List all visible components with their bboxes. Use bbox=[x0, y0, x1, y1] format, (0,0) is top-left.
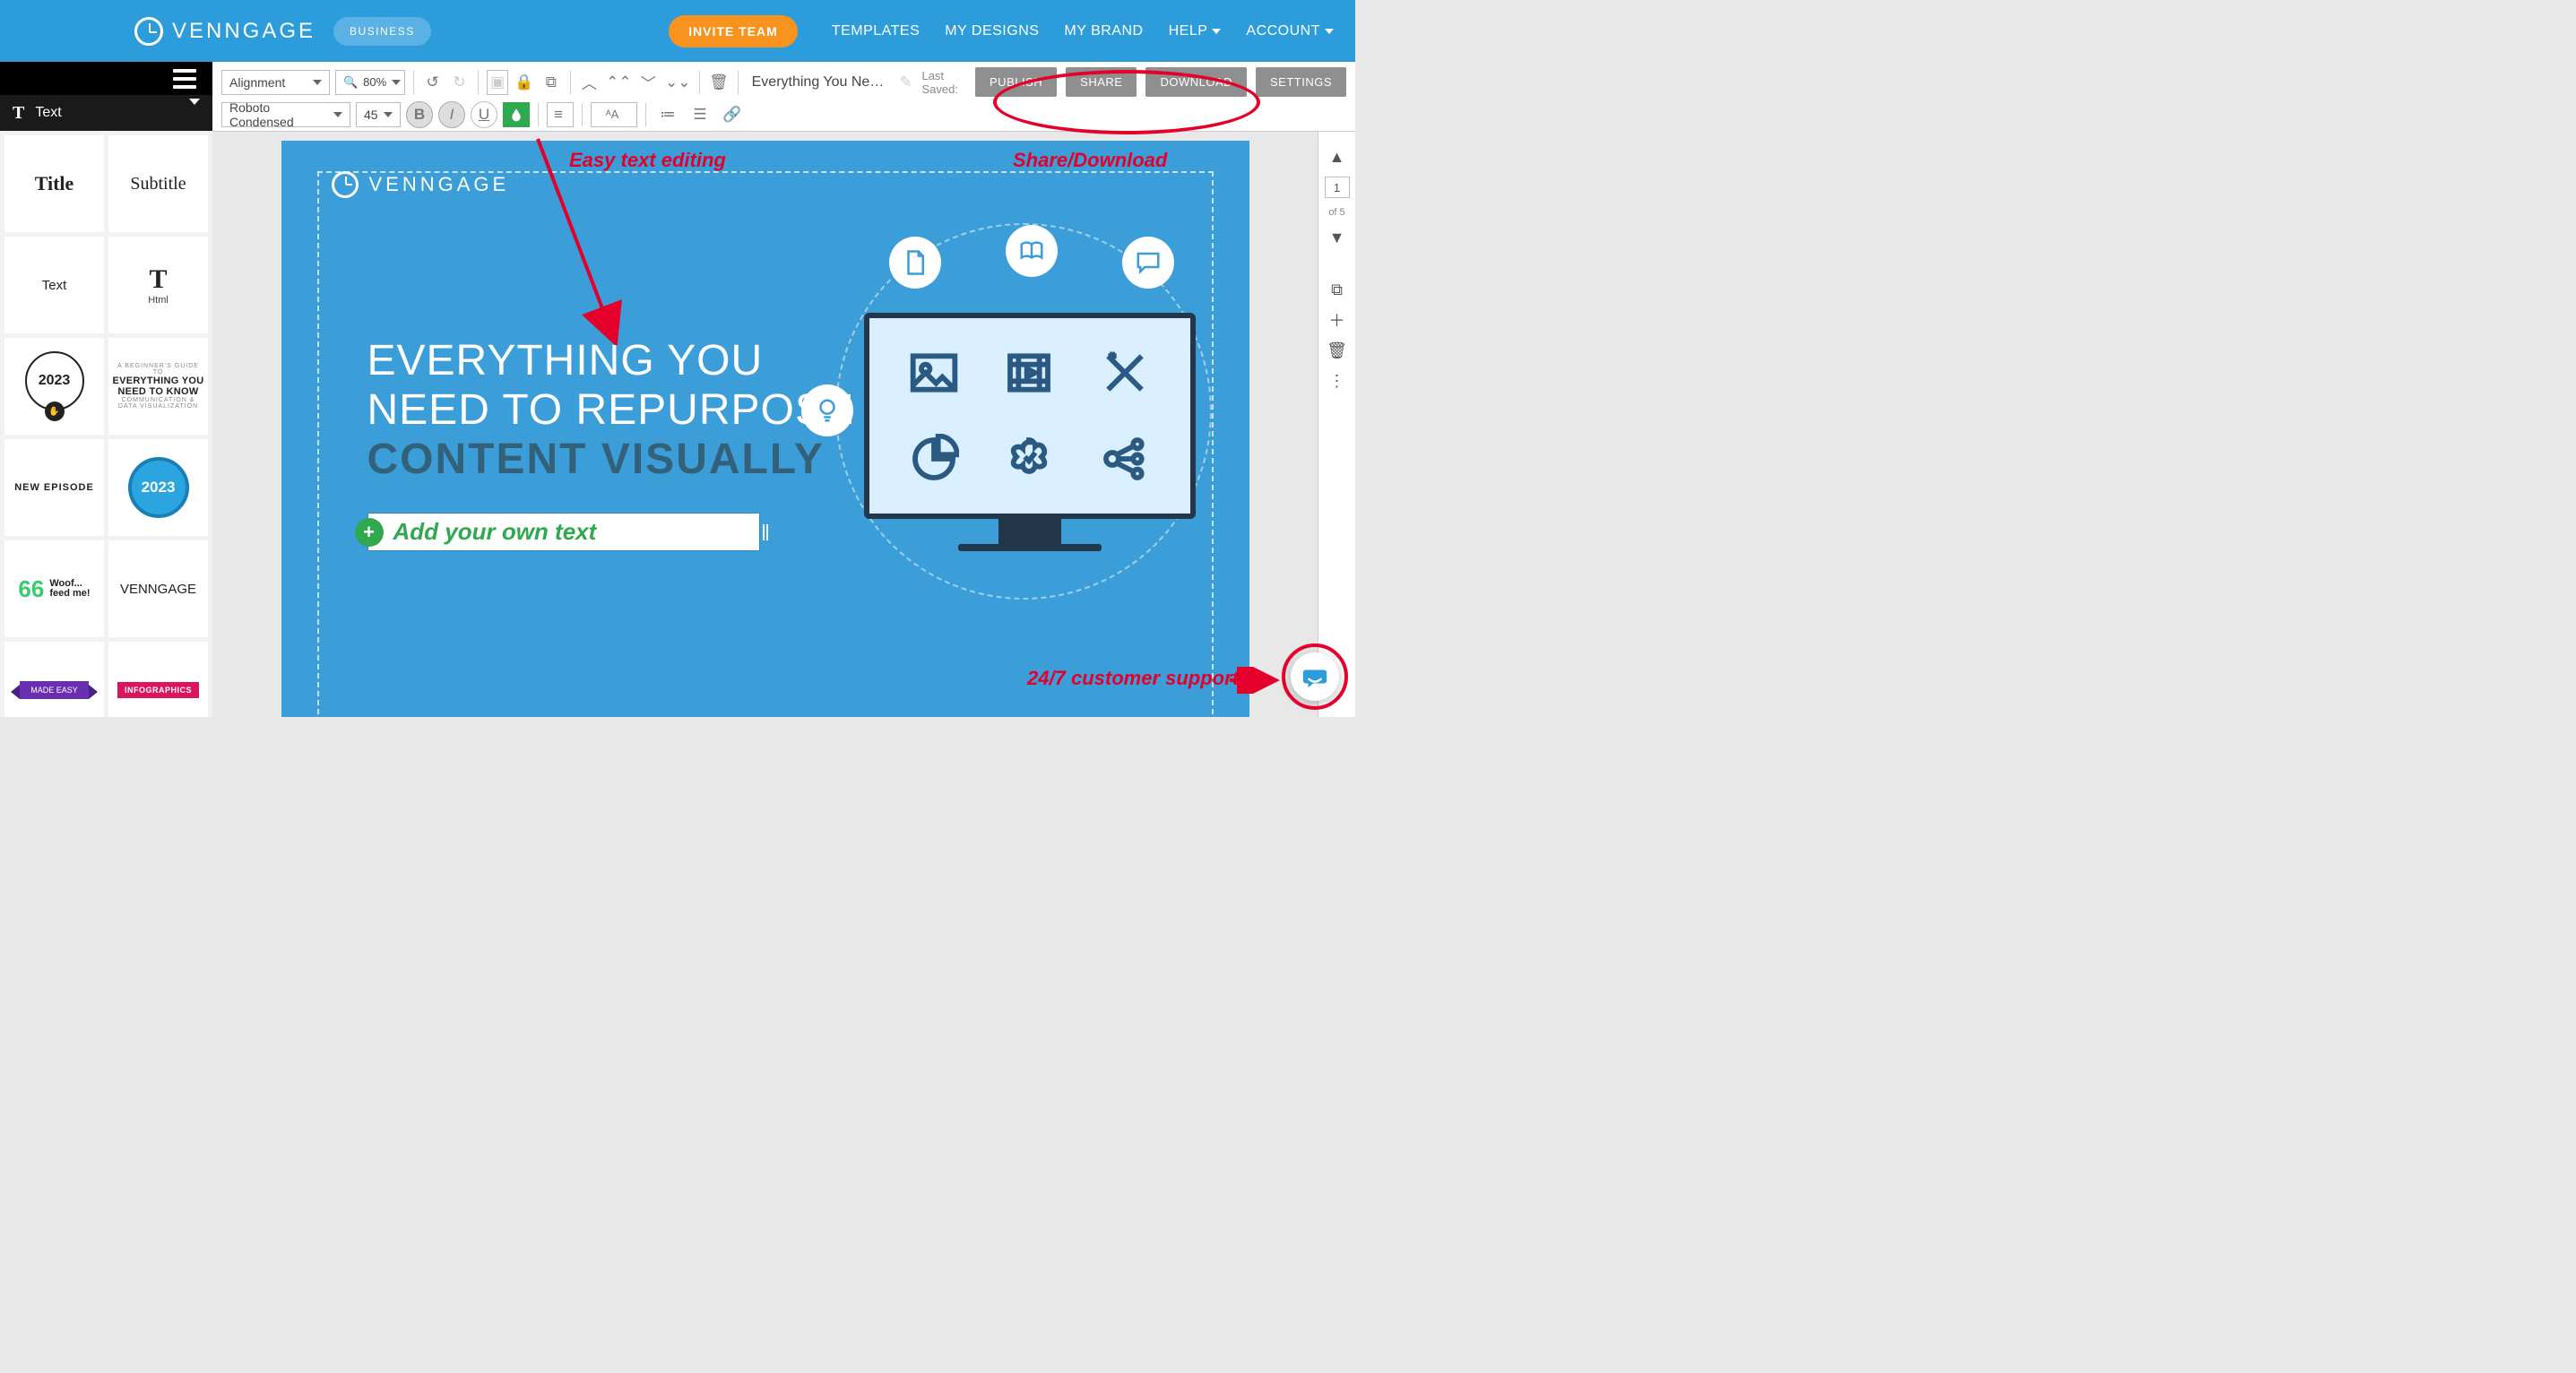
add-page-button[interactable]: ＋ bbox=[1327, 309, 1348, 331]
font-size-dropdown[interactable]: 45 bbox=[356, 102, 401, 127]
text-align-dropdown[interactable]: ≡ bbox=[547, 102, 574, 127]
document-title[interactable]: Everything You Need ... bbox=[747, 74, 890, 91]
tile-made-easy[interactable]: MADE EASY bbox=[4, 642, 104, 717]
delete-button[interactable]: 🗑 bbox=[708, 70, 730, 95]
tile-title[interactable]: Title bbox=[4, 135, 104, 232]
text-style-dropdown[interactable]: ᴬA bbox=[591, 102, 637, 127]
undo-button[interactable]: ↺ bbox=[422, 70, 444, 95]
tile-blue-year[interactable]: 2023 bbox=[108, 439, 208, 536]
tile-html[interactable]: THtml bbox=[108, 237, 208, 333]
network-icon bbox=[1082, 420, 1169, 497]
nav-links: TEMPLATES MY DESIGNS MY BRAND HELP ACCOU… bbox=[832, 23, 1334, 39]
tile-woof[interactable]: 66Woof...feed me! bbox=[4, 540, 104, 637]
tile-everything-know[interactable]: A BEGINNER'S GUIDE TOEVERYTHING YOU NEED… bbox=[108, 338, 208, 435]
add-text-placeholder: Add your own text bbox=[368, 518, 597, 546]
chat-icon bbox=[1122, 237, 1174, 289]
nav-my-brand[interactable]: MY BRAND bbox=[1064, 23, 1143, 39]
design-canvas[interactable]: VENNGAGE EVERYTHING YOU NEED TO REPURPOS… bbox=[281, 141, 1249, 717]
zoom-dropdown[interactable]: 🔍80% bbox=[335, 70, 405, 95]
duplicate-page-button[interactable]: ⧉ bbox=[1327, 279, 1348, 300]
chat-bubble-icon bbox=[1301, 663, 1328, 690]
action-bar: PUBLISH SHARE DOWNLOAD SETTINGS bbox=[975, 67, 1346, 97]
send-backward-button[interactable]: ﹀ bbox=[637, 70, 659, 95]
canvas-headline[interactable]: EVERYTHING YOU NEED TO REPURPOSE CONTENT… bbox=[367, 336, 854, 485]
italic-button[interactable]: I bbox=[438, 101, 465, 128]
clock-icon bbox=[332, 171, 359, 198]
add-text-box[interactable]: + Add your own text bbox=[367, 513, 760, 551]
share-button[interactable]: SHARE bbox=[1066, 67, 1137, 97]
work-area: Alignment 🔍80% ↺ ↻ ▣ 🔒 ⧉ ︿ ⌃⌃ ﹀ ⌄⌄ 🗑 Eve… bbox=[212, 62, 1355, 717]
brand-text: VENNGAGE bbox=[172, 19, 316, 44]
tile-new-episode[interactable]: NEW EPISODE bbox=[4, 439, 104, 536]
edit-title-icon[interactable]: ✎ bbox=[895, 70, 917, 95]
text-templates-grid: Title Subtitle Text THtml 2023✋ A BEGINN… bbox=[0, 131, 212, 717]
copy-button[interactable]: ⧉ bbox=[540, 70, 562, 95]
page-number-input[interactable]: 1 bbox=[1325, 177, 1350, 198]
design-tools-icon bbox=[1082, 334, 1169, 411]
tile-year-circle[interactable]: 2023✋ bbox=[4, 338, 104, 435]
delete-page-button[interactable]: 🗑 bbox=[1327, 340, 1348, 361]
left-sidebar: T Text Title Subtitle Text THtml 2023✋ A… bbox=[0, 62, 212, 717]
caret-down-icon bbox=[1212, 29, 1221, 34]
chevron-down-icon bbox=[189, 99, 200, 120]
publish-button[interactable]: PUBLISH bbox=[975, 67, 1057, 97]
last-saved-label: Last Saved: bbox=[921, 69, 970, 96]
brand-logo[interactable]: VENNGAGE bbox=[134, 17, 316, 46]
text-icon: T bbox=[13, 103, 24, 124]
lock-button[interactable]: 🔒 bbox=[514, 70, 535, 95]
group-button[interactable]: ▣ bbox=[487, 70, 508, 95]
bring-forward-button[interactable]: ︿ bbox=[579, 70, 601, 95]
image-icon bbox=[891, 334, 978, 411]
unordered-list-button[interactable]: ☰ bbox=[687, 102, 713, 127]
page-rail: ▲ 1 of 5 ▼ ⧉ ＋ 🗑 ⋮ bbox=[1318, 132, 1355, 717]
redo-button[interactable]: ↻ bbox=[449, 70, 471, 95]
caret-down-icon bbox=[1325, 29, 1334, 34]
prev-page-button[interactable]: ▲ bbox=[1327, 146, 1348, 168]
flower-icon bbox=[986, 420, 1073, 497]
plan-badge[interactable]: BUSINESS bbox=[333, 17, 431, 46]
tile-infographics[interactable]: INFOGRAPHICS bbox=[108, 642, 208, 717]
ordered-list-button[interactable]: ≔ bbox=[654, 102, 681, 127]
page-count-label: of 5 bbox=[1328, 207, 1344, 218]
tile-text[interactable]: Text bbox=[4, 237, 104, 333]
canvas-illustration[interactable] bbox=[817, 241, 1230, 600]
nav-my-designs[interactable]: MY DESIGNS bbox=[945, 23, 1039, 39]
document-icon bbox=[889, 237, 941, 289]
video-icon bbox=[986, 334, 1073, 411]
resize-handle-icon[interactable] bbox=[763, 524, 768, 540]
font-family-dropdown[interactable]: Roboto Condensed bbox=[221, 102, 350, 127]
bold-button[interactable]: B bbox=[406, 101, 433, 128]
canvas-viewport[interactable]: VENNGAGE EVERYTHING YOU NEED TO REPURPOS… bbox=[212, 132, 1318, 717]
send-to-back-button[interactable]: ⌄⌄ bbox=[664, 70, 691, 95]
more-options-button[interactable]: ⋮ bbox=[1327, 370, 1348, 392]
nav-account[interactable]: ACCOUNT bbox=[1246, 23, 1334, 39]
lightbulb-icon bbox=[801, 384, 853, 436]
canvas-brand[interactable]: VENNGAGE bbox=[332, 171, 510, 198]
top-navbar: VENNGAGE BUSINESS INVITE TEAM TEMPLATES … bbox=[0, 0, 1355, 62]
download-button[interactable]: DOWNLOAD bbox=[1145, 67, 1247, 97]
editor-toolbar: Alignment 🔍80% ↺ ↻ ▣ 🔒 ⧉ ︿ ⌃⌃ ﹀ ⌄⌄ 🗑 Eve… bbox=[212, 62, 1355, 132]
settings-button[interactable]: SETTINGS bbox=[1256, 67, 1346, 97]
nav-help[interactable]: HELP bbox=[1169, 23, 1222, 39]
link-button[interactable]: 🔗 bbox=[719, 102, 746, 127]
hamburger-icon[interactable] bbox=[173, 69, 196, 89]
search-icon: 🔍 bbox=[343, 75, 358, 90]
text-color-button[interactable] bbox=[503, 102, 530, 127]
underline-button[interactable]: U bbox=[471, 101, 497, 128]
alignment-dropdown[interactable]: Alignment bbox=[221, 70, 330, 95]
tile-subtitle[interactable]: Subtitle bbox=[108, 135, 208, 232]
support-chat-button[interactable] bbox=[1291, 652, 1339, 701]
invite-team-button[interactable]: INVITE TEAM bbox=[669, 15, 798, 47]
nav-templates[interactable]: TEMPLATES bbox=[832, 23, 920, 39]
clock-icon bbox=[134, 17, 163, 46]
book-icon bbox=[1006, 225, 1058, 277]
sidebar-section-text[interactable]: T Text bbox=[0, 95, 212, 131]
plus-icon[interactable]: + bbox=[355, 518, 384, 547]
monitor-illustration bbox=[864, 313, 1196, 546]
next-page-button[interactable]: ▼ bbox=[1327, 227, 1348, 248]
bring-to-front-button[interactable]: ⌃⌃ bbox=[605, 70, 632, 95]
tile-venngage-card[interactable]: VENNGAGE bbox=[108, 540, 208, 637]
pie-chart-icon bbox=[891, 420, 978, 497]
sidebar-section-label: Text bbox=[35, 105, 61, 121]
